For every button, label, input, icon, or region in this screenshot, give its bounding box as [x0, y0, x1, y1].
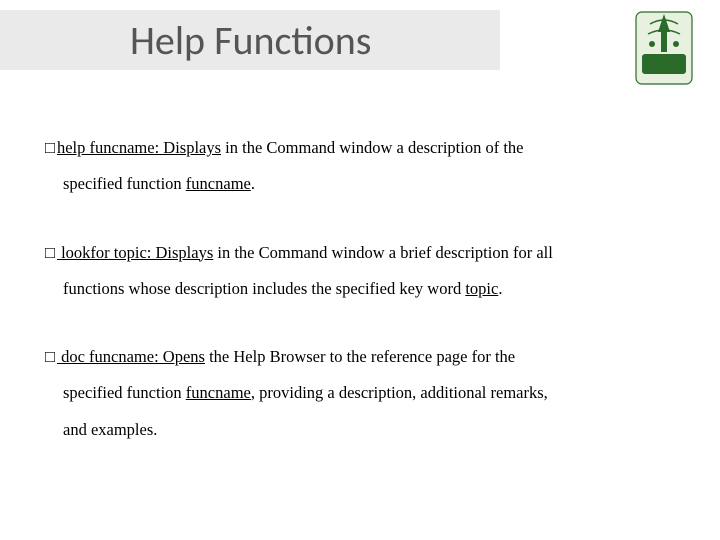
- bullet-doc: □ doc funcname: Opens the Help Browser t…: [45, 339, 670, 448]
- square-bullet: □: [45, 139, 55, 157]
- cmd-funcname: funcname: [186, 383, 251, 402]
- text-seg: in the Command window a brief descriptio…: [213, 243, 553, 262]
- university-logo: [628, 4, 700, 92]
- text-continuation: functions whose description includes the…: [45, 271, 670, 307]
- text-seg: , providing a description, additional re…: [251, 383, 548, 402]
- text-seg: .: [498, 279, 502, 298]
- text-continuation: specified function funcname.: [45, 166, 670, 202]
- text-continuation: specified function funcname, providing a…: [45, 375, 670, 411]
- cmd-doc: doc funcname: [57, 347, 154, 366]
- text-seg: : Displays: [155, 138, 221, 157]
- square-bullet: □: [45, 244, 55, 262]
- cmd-topic: topic: [465, 279, 498, 298]
- title-bar: Help Functions: [0, 10, 500, 70]
- content-body: □help funcname: Displays in the Command …: [45, 130, 670, 480]
- text-seg: specified function: [63, 383, 186, 402]
- text-seg: : Displays: [147, 243, 213, 262]
- cmd-funcname: funcname: [186, 174, 251, 193]
- text-seg: .: [251, 174, 255, 193]
- text-seg: in the Command window a description of t…: [221, 138, 523, 157]
- bullet-help: □help funcname: Displays in the Command …: [45, 130, 670, 203]
- page-title: Help Functions: [130, 16, 371, 65]
- text-seg: specified function: [63, 174, 186, 193]
- text-seg: and examples.: [63, 420, 157, 439]
- text-seg: functions whose description includes the…: [63, 279, 465, 298]
- text-seg: : Opens: [154, 347, 205, 366]
- text-seg: the Help Browser to the reference page f…: [205, 347, 515, 366]
- square-bullet: □: [45, 348, 55, 366]
- cmd-help: help funcname: [57, 138, 155, 157]
- bullet-lookfor: □ lookfor topic: Displays in the Command…: [45, 235, 670, 308]
- cmd-lookfor: lookfor topic: [57, 243, 147, 262]
- text-continuation: and examples.: [45, 412, 670, 448]
